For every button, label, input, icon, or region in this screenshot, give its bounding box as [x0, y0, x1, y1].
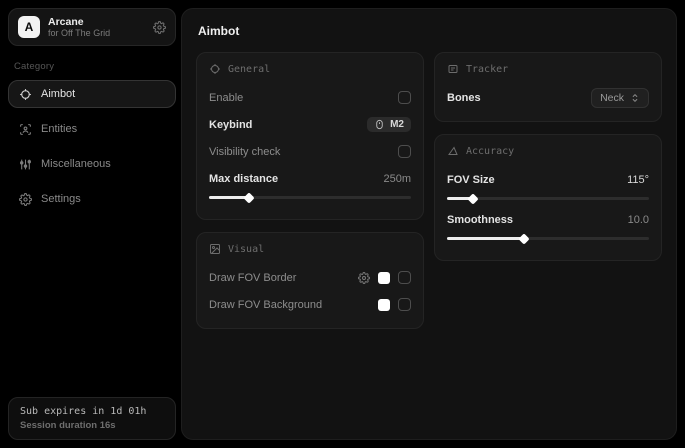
- fov-size-row: FOV Size 115°: [447, 168, 649, 191]
- fov-border-checkbox[interactable]: [398, 271, 411, 284]
- bones-value: Neck: [600, 92, 624, 104]
- sidebar: A Arcane for Off The Grid Category Aimbo…: [8, 8, 176, 440]
- visibility-check-checkbox[interactable]: [398, 145, 411, 158]
- sidebar-item-label: Aimbot: [41, 88, 75, 100]
- fov-background-color-swatch[interactable]: [378, 299, 390, 311]
- sidebar-item-entities[interactable]: Entities: [8, 115, 176, 143]
- sidebar-item-label: Miscellaneous: [41, 158, 111, 170]
- fov-background-label: Draw FOV Background: [209, 299, 322, 311]
- app-subtitle: for Off The Grid: [48, 28, 110, 38]
- max-distance-slider[interactable]: [209, 196, 411, 199]
- subscription-status-card: Sub expires in 1d 01h Session duration 1…: [8, 397, 176, 440]
- app-window: A Arcane for Off The Grid Category Aimbo…: [0, 0, 685, 448]
- bones-row: Bones Neck: [447, 86, 649, 109]
- card-title: Tracker: [466, 64, 508, 75]
- crosshair-icon: [19, 88, 32, 101]
- enable-label: Enable: [209, 92, 243, 104]
- keybind-value: M2: [390, 119, 404, 130]
- angle-icon: [447, 145, 459, 157]
- fov-background-checkbox[interactable]: [398, 298, 411, 311]
- app-name: Arcane: [48, 16, 110, 28]
- visual-card: Visual Draw FOV Border Draw: [196, 232, 424, 329]
- fov-border-color-swatch[interactable]: [378, 272, 390, 284]
- visibility-check-label: Visibility check: [209, 146, 280, 158]
- image-icon: [209, 243, 221, 255]
- slider-thumb[interactable]: [244, 192, 255, 203]
- max-distance-label: Max distance: [209, 173, 278, 185]
- keybind-row: Keybind M2: [209, 113, 411, 136]
- sidebar-item-settings[interactable]: Settings: [8, 185, 176, 213]
- sliders-icon: [19, 158, 32, 171]
- slider-thumb[interactable]: [518, 233, 529, 244]
- keybind-label: Keybind: [209, 119, 252, 131]
- general-card: General Enable Keybind M2: [196, 52, 424, 220]
- crosshair-icon: [209, 63, 221, 75]
- gear-icon: [19, 193, 32, 206]
- page-title: Aimbot: [198, 24, 660, 38]
- keybind-button[interactable]: M2: [367, 117, 411, 132]
- enable-row: Enable: [209, 86, 411, 109]
- card-title: General: [228, 64, 270, 75]
- sidebar-item-miscellaneous[interactable]: Miscellaneous: [8, 150, 176, 178]
- smoothness-value: 10.0: [628, 214, 649, 226]
- main-panel: Aimbot General Enable: [181, 8, 677, 440]
- enable-checkbox[interactable]: [398, 91, 411, 104]
- max-distance-value: 250m: [383, 173, 411, 185]
- scan-icon: [19, 123, 32, 136]
- slider-thumb[interactable]: [468, 193, 479, 204]
- bones-label: Bones: [447, 92, 481, 104]
- card-title: Visual: [228, 244, 264, 255]
- sidebar-item-aimbot[interactable]: Aimbot: [8, 80, 176, 108]
- app-header-card: A Arcane for Off The Grid: [8, 8, 176, 46]
- category-label: Category: [14, 61, 170, 72]
- card-title: Accuracy: [466, 146, 514, 157]
- smoothness-row: Smoothness 10.0: [447, 208, 649, 231]
- fov-background-row: Draw FOV Background: [209, 293, 411, 316]
- accuracy-card: Accuracy FOV Size 115° Smoothness 10.0: [434, 134, 662, 261]
- chevrons-up-down-icon: [630, 93, 640, 103]
- session-duration-text: Session duration 16s: [20, 420, 164, 431]
- mouse-icon: [374, 119, 385, 130]
- smoothness-slider[interactable]: [447, 237, 649, 240]
- fov-size-value: 115°: [627, 174, 649, 186]
- max-distance-row: Max distance 250m: [209, 167, 411, 190]
- fov-size-slider[interactable]: [447, 197, 649, 200]
- fov-border-label: Draw FOV Border: [209, 272, 296, 284]
- app-logo: A: [18, 16, 40, 38]
- gear-icon[interactable]: [153, 21, 166, 34]
- gear-icon[interactable]: [358, 272, 370, 284]
- smoothness-label: Smoothness: [447, 214, 513, 226]
- fov-border-row: Draw FOV Border: [209, 266, 411, 289]
- tracker-icon: [447, 63, 459, 75]
- tracker-card: Tracker Bones Neck: [434, 52, 662, 122]
- sub-expires-text: Sub expires in 1d 01h: [20, 406, 164, 417]
- bones-select[interactable]: Neck: [591, 88, 649, 108]
- fov-size-label: FOV Size: [447, 174, 495, 186]
- sidebar-item-label: Settings: [41, 193, 81, 205]
- visibility-check-row: Visibility check: [209, 140, 411, 163]
- sidebar-item-label: Entities: [41, 123, 77, 135]
